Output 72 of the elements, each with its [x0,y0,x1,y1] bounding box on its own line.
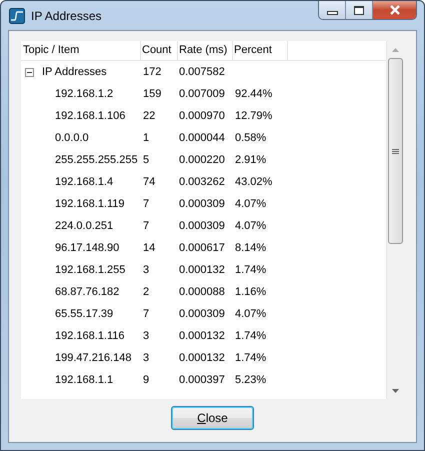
table-cell: 172 [143,66,162,78]
table-cell: 12.79% [235,110,272,122]
table-cell: 7 [143,308,150,320]
table-cell: 3 [143,264,150,276]
table-cell: 0.000309 [179,308,225,320]
app-icon [9,8,25,24]
table-cell: 1.74% [235,330,266,342]
table-cell: 0.000132 [179,352,225,364]
window-close-button[interactable] [373,1,416,19]
table-cell: 192.168.1.116 [55,330,125,342]
close-icon [388,5,400,15]
table-cell: 0.000044 [179,132,225,144]
table-cell: 0.000220 [179,154,225,166]
table-cell: 3 [143,352,150,364]
table-cell: 1.74% [235,352,266,364]
table-cell: 74 [143,176,156,188]
table-cell: 0.000970 [179,110,225,122]
table-cell: 7 [143,198,150,210]
table-cell: IP Addresses [42,66,107,78]
table-cell: 4.07% [235,198,266,210]
table-cell: 1.16% [235,286,266,298]
table-cell: 4.07% [235,308,266,320]
maximize-button[interactable] [346,1,373,19]
table-cell: 0.007009 [179,88,225,100]
table-cell: 192.168.1.4 [55,176,114,188]
table-cell: 2.91% [235,154,266,166]
column-header[interactable]: Rate (ms) [178,41,233,60]
table-cell: 192.168.1.106 [55,110,126,122]
table-cell: 0.000397 [179,374,225,386]
table-cell: 0.000088 [179,286,225,298]
table-cell: 192.168.1.119 [55,198,125,210]
table-cell: 1.74% [235,264,266,276]
table-cell: 4.07% [235,220,266,232]
table-cell: 0.007582 [179,66,225,78]
table-cell: 5.23% [235,374,266,386]
table-cell: 0.000132 [179,264,225,276]
minimize-button[interactable] [319,1,346,19]
table-cell: 2 [143,286,150,298]
table-cell: 0.000132 [179,330,225,342]
table-cell: 8.14% [235,242,266,254]
scroll-thumb[interactable] [388,58,403,244]
table-cell: 96.17.148.90 [55,242,120,254]
table-cell: 192.168.1.255 [55,264,126,276]
table-cell: 192.168.1.1 [55,374,114,386]
column-header[interactable]: Topic / Item [21,41,141,60]
table-cell: 0.0.0.0 [55,132,89,144]
collapse-icon[interactable] [25,68,34,76]
table-cell: 1 [143,132,150,144]
table-cell: 0.000309 [179,198,225,210]
table-cell: 255.255.255.255 [55,154,138,166]
table-cell: 5 [143,154,150,166]
close-button[interactable]: Close [171,406,254,430]
table-cell: 68.87.76.182 [55,286,120,298]
table-cell: 7 [143,220,150,232]
table-cell: 65.55.17.39 [55,308,114,320]
table-cell: 43.02% [235,176,272,188]
table-cell: 199.47.216.148 [55,352,132,364]
table-cell: 159 [143,88,162,100]
window-title: IP Addresses [31,8,102,22]
table-cell: 0.003262 [179,176,225,188]
table-cell: 3 [143,330,150,342]
table-cell: 0.58% [235,132,266,144]
column-header[interactable]: Percent [233,41,288,60]
table-cell: 92.44% [235,88,272,100]
table-cell: 192.168.1.2 [55,88,114,100]
table-cell: 224.0.0.251 [55,220,114,232]
table-cell: 9 [143,374,150,386]
table-cell: 22 [143,110,156,122]
table-cell: 0.000309 [179,220,225,232]
column-header[interactable]: Count [141,41,178,60]
table-cell: 0.000617 [179,242,225,254]
table-cell: 14 [143,242,156,254]
